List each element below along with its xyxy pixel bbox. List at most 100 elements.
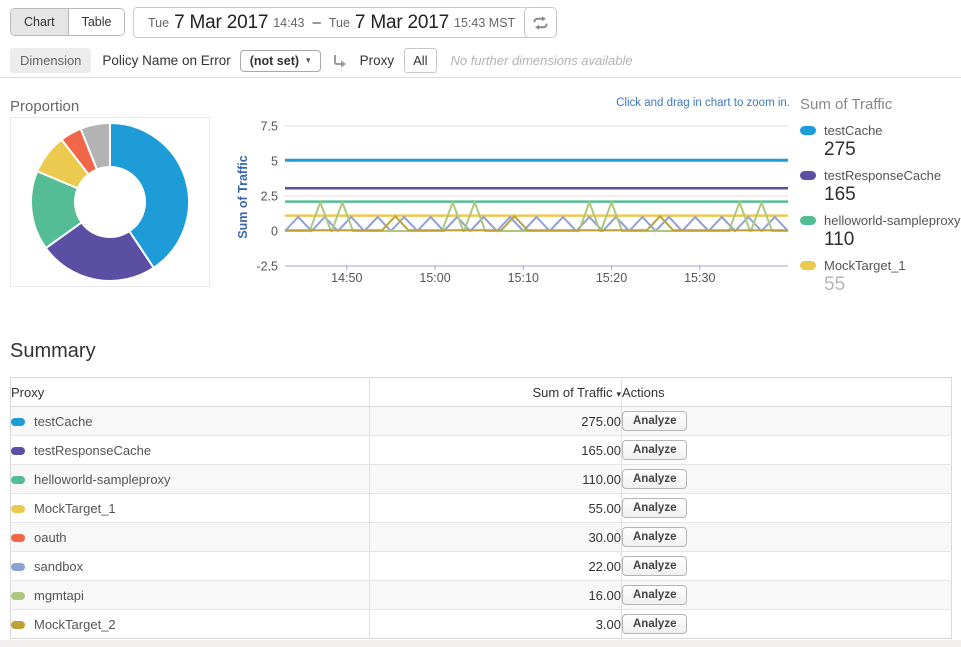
y-tick-label: 7.5 bbox=[261, 120, 278, 134]
table-row: helloworld-sampleproxy 110.00Analyze bbox=[11, 465, 952, 494]
start-day: Tue bbox=[148, 16, 169, 30]
dimension-value: (not set) bbox=[250, 54, 299, 68]
end-date: 7 Mar 2017 bbox=[355, 12, 449, 34]
date-range-separator: – bbox=[309, 14, 323, 31]
dimension-note: No further dimensions available bbox=[451, 53, 633, 68]
table-row: mgmtapi16.00Analyze bbox=[11, 581, 952, 610]
legend-label: MockTarget_1 bbox=[824, 258, 906, 273]
column-header-sum-of-traffic[interactable]: Sum of Traffic▾ bbox=[370, 378, 622, 407]
analyze-button[interactable]: Analyze bbox=[622, 469, 687, 489]
legend-value: 55 bbox=[800, 274, 961, 296]
proxy-name: helloworld-sampleproxy bbox=[34, 472, 171, 487]
proxy-color-swatch bbox=[11, 563, 25, 571]
traffic-value: 3.00 bbox=[596, 617, 621, 632]
analyze-button[interactable]: Analyze bbox=[622, 440, 687, 460]
proxy-name: oauth bbox=[34, 530, 67, 545]
summary-table: Proxy Sum of Traffic▾ Actions testCache 2… bbox=[10, 377, 952, 639]
legend-label: testCache bbox=[824, 123, 883, 138]
proxy-name: MockTarget_1 bbox=[34, 501, 116, 516]
dimension-chip: Dimension bbox=[10, 48, 91, 73]
zoom-hint: Click and drag in chart to zoom in. bbox=[520, 97, 790, 109]
legend-label: testResponseCache bbox=[824, 168, 941, 183]
legend-swatch bbox=[800, 261, 816, 270]
legend-item[interactable]: MockTarget_155 bbox=[800, 258, 961, 296]
traffic-value: 275.00 bbox=[581, 414, 621, 429]
legend-item[interactable]: testCache275 bbox=[800, 123, 961, 161]
traffic-value: 30.00 bbox=[588, 530, 621, 545]
toolbar: Chart Table Tue 7 Mar 2017 14:43 – Tue 7… bbox=[0, 0, 961, 44]
table-row: testCache 275.00Analyze bbox=[11, 407, 952, 436]
analyze-button[interactable]: Analyze bbox=[622, 585, 687, 605]
traffic-value: 55.00 bbox=[588, 501, 621, 516]
start-time: 14:43 bbox=[273, 16, 304, 30]
line-chart[interactable]: -2.502.557.514:5015:0015:1015:2015:30 bbox=[240, 113, 790, 285]
proxy-color-swatch bbox=[11, 476, 25, 484]
end-time: 15:43 MST bbox=[454, 16, 515, 30]
legend-item[interactable]: helloworld-sampleproxy110 bbox=[800, 213, 961, 251]
legend-value: 110 bbox=[800, 229, 961, 251]
legend-value: 165 bbox=[800, 184, 961, 206]
drilldown-label: Proxy bbox=[360, 53, 395, 68]
x-tick-label: 15:30 bbox=[684, 271, 715, 285]
legend-swatch bbox=[800, 171, 816, 180]
dimension-bar: Dimension Policy Name on Error (not set)… bbox=[0, 44, 961, 78]
proxy-color-swatch bbox=[11, 534, 25, 542]
legend-item[interactable]: testResponseCache165 bbox=[800, 168, 961, 206]
y-tick-label: 0 bbox=[271, 225, 278, 239]
end-day: Tue bbox=[329, 16, 350, 30]
table-row: MockTarget_2 3.00Analyze bbox=[11, 610, 952, 639]
analyze-button[interactable]: Analyze bbox=[622, 614, 687, 634]
footer-strip bbox=[0, 640, 961, 647]
table-row: testResponseCache 165.00Analyze bbox=[11, 436, 952, 465]
legend-swatch bbox=[800, 126, 816, 135]
proxy-name: MockTarget_2 bbox=[34, 617, 116, 632]
proxy-color-swatch bbox=[11, 447, 25, 455]
traffic-value: 165.00 bbox=[581, 443, 621, 458]
proportion-donut-card bbox=[10, 117, 210, 287]
analyze-button[interactable]: Analyze bbox=[622, 498, 687, 518]
traffic-value: 110.00 bbox=[582, 472, 621, 487]
traffic-value: 22.00 bbox=[588, 559, 621, 574]
legend-title: Sum of Traffic bbox=[800, 96, 961, 113]
y-tick-label: 2.5 bbox=[261, 190, 278, 204]
x-tick-label: 15:00 bbox=[419, 271, 450, 285]
chart-view-button[interactable]: Chart bbox=[11, 9, 68, 35]
chart-legend: Sum of Traffic testCache275 testResponseC… bbox=[800, 96, 961, 303]
refresh-button[interactable] bbox=[524, 7, 557, 38]
analyze-button[interactable]: Analyze bbox=[622, 556, 687, 576]
y-tick-label: -2.5 bbox=[256, 260, 278, 274]
chevron-down-icon: ▾ bbox=[306, 55, 311, 66]
table-row: sandbox 22.00Analyze bbox=[11, 552, 952, 581]
table-header-row: Proxy Sum of Traffic▾ Actions bbox=[11, 378, 952, 407]
column-header-actions: Actions bbox=[622, 378, 952, 407]
view-toggle: Chart Table bbox=[10, 8, 125, 36]
dimension-name: Policy Name on Error bbox=[102, 53, 230, 68]
donut-chart[interactable] bbox=[11, 118, 209, 286]
proxy-color-swatch bbox=[11, 592, 25, 600]
x-tick-label: 15:10 bbox=[508, 271, 539, 285]
x-tick-label: 15:20 bbox=[596, 271, 627, 285]
column-header-proxy[interactable]: Proxy bbox=[11, 378, 370, 407]
x-tick-label: 14:50 bbox=[331, 271, 362, 285]
legend-label: helloworld-sampleproxy bbox=[824, 213, 961, 228]
proxy-name: sandbox bbox=[34, 559, 83, 574]
table-row: MockTarget_1 55.00Analyze bbox=[11, 494, 952, 523]
refresh-icon bbox=[532, 16, 549, 30]
traffic-value: 16.00 bbox=[588, 588, 621, 603]
drilldown-arrow-icon bbox=[331, 53, 349, 69]
analyze-button[interactable]: Analyze bbox=[622, 527, 687, 547]
series-line-sandbox bbox=[285, 217, 788, 231]
dimension-value-dropdown[interactable]: (not set) ▾ bbox=[240, 50, 321, 72]
sort-desc-icon: ▾ bbox=[616, 389, 621, 399]
analyze-button[interactable]: Analyze bbox=[622, 411, 687, 431]
start-date: 7 Mar 2017 bbox=[174, 12, 268, 34]
table-view-button[interactable]: Table bbox=[68, 9, 125, 35]
proxy-color-swatch bbox=[11, 621, 25, 629]
legend-value: 275 bbox=[800, 139, 961, 161]
table-row: oauth 30.00Analyze bbox=[11, 523, 952, 552]
proxy-name: testCache bbox=[34, 414, 93, 429]
proxy-color-swatch bbox=[11, 418, 25, 426]
drilldown-all-button[interactable]: All bbox=[404, 48, 436, 73]
proxy-name: testResponseCache bbox=[34, 443, 151, 458]
date-range-button[interactable]: Tue 7 Mar 2017 14:43 – Tue 7 Mar 2017 15… bbox=[133, 7, 530, 38]
